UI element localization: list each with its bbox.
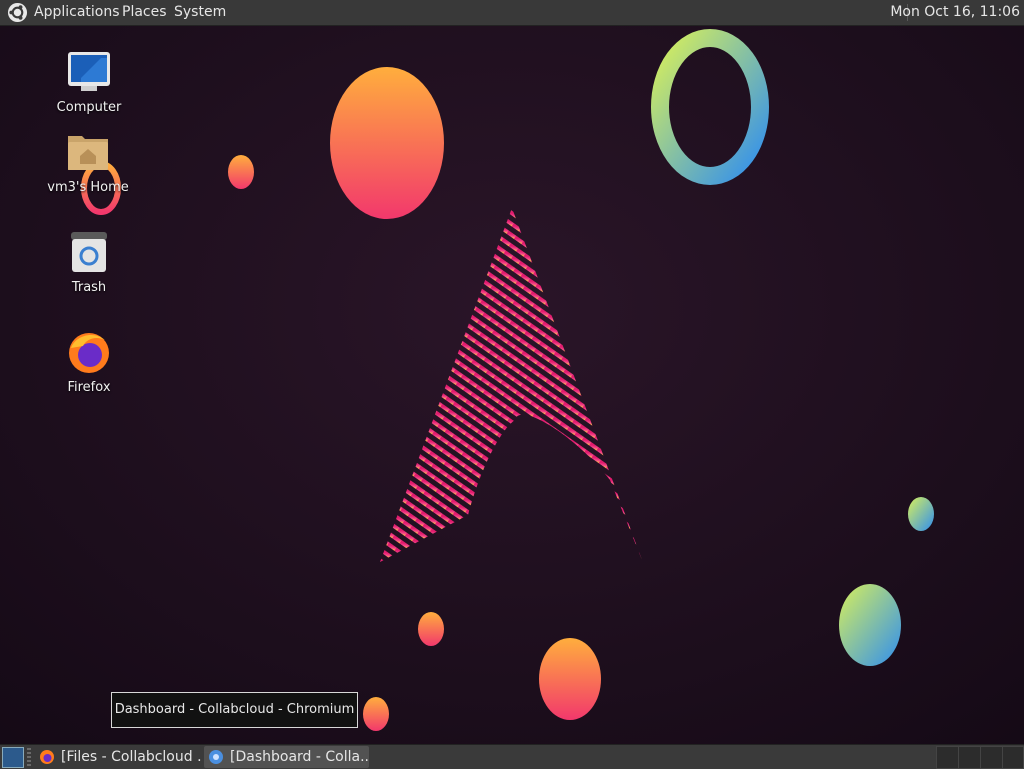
desktop-icon-label: vm3's Home bbox=[47, 180, 129, 195]
workspace-1[interactable] bbox=[936, 746, 959, 769]
taskbar-item-files[interactable]: [Files - Collabcloud ... bbox=[35, 746, 203, 768]
desktop-icon-label: Firefox bbox=[67, 380, 111, 395]
firefox-icon bbox=[40, 750, 54, 764]
desktop-icon-label: Trash bbox=[71, 280, 107, 295]
menu-applications[interactable]: Applications bbox=[34, 0, 120, 25]
taskbar-item-label: [Files - Collabcloud ... bbox=[61, 749, 203, 765]
workspace-4[interactable] bbox=[1002, 746, 1024, 769]
clock[interactable]: Mon Oct 16, 11:06 bbox=[890, 0, 1020, 25]
taskbar-item-label: [Dashboard - Colla... bbox=[230, 749, 369, 765]
bottom-panel: [Files - Collabcloud ... [Dashboard - Co… bbox=[0, 744, 1024, 769]
chromium-icon bbox=[209, 750, 223, 764]
workspace-2[interactable] bbox=[958, 746, 981, 769]
ubuntu-logo-icon[interactable] bbox=[7, 2, 28, 23]
show-desktop-button[interactable] bbox=[2, 747, 24, 768]
desktop-icon-firefox[interactable]: Firefox bbox=[39, 330, 139, 395]
trash-icon bbox=[71, 232, 107, 272]
menu-system[interactable]: System bbox=[174, 0, 226, 25]
desktop-icon-label: Computer bbox=[56, 100, 122, 115]
taskbar-item-dashboard[interactable]: [Dashboard - Colla... bbox=[204, 746, 369, 768]
home-folder-icon bbox=[68, 136, 108, 170]
top-panel: Applications Places System Mon Oct 16, 1… bbox=[0, 0, 1024, 26]
computer-icon bbox=[68, 52, 110, 91]
firefox-icon bbox=[69, 333, 109, 373]
desktop-icon-home[interactable]: vm3's Home bbox=[38, 130, 138, 195]
workspace-3[interactable] bbox=[980, 746, 1003, 769]
desktop-icon-computer[interactable]: Computer bbox=[39, 50, 139, 115]
desktop-wallpaper bbox=[0, 0, 1024, 768]
taskbar-tooltip: Dashboard - Collabcloud - Chromium bbox=[111, 692, 358, 728]
panel-grip[interactable] bbox=[27, 748, 31, 766]
desktop-icon-trash[interactable]: Trash bbox=[39, 230, 139, 295]
menu-places[interactable]: Places bbox=[122, 0, 167, 25]
